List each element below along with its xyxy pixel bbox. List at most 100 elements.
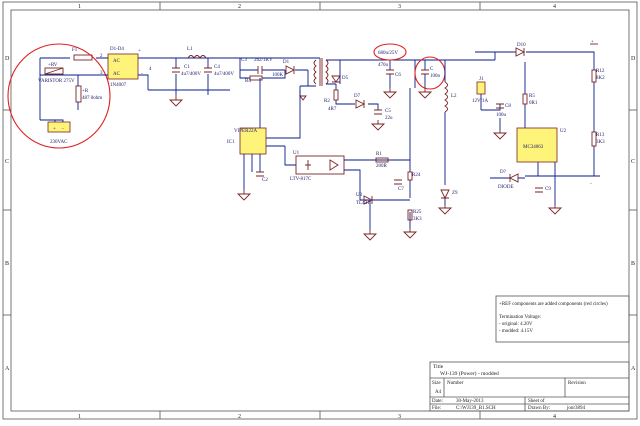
bridge-pin-minus: - — [141, 72, 143, 77]
file-label: File: — [432, 406, 441, 411]
t1-value: 680u/25V — [378, 51, 398, 56]
snubber: C3 2n2/1KV R4 100K D1 — [239, 58, 308, 84]
zone-label-right-a: A — [631, 366, 636, 372]
zone-label-right-b: B — [631, 261, 635, 267]
d5-label: D5 — [342, 76, 349, 81]
zener-label: Z9 — [452, 191, 458, 196]
u2-part-number: MC34063 — [523, 145, 544, 150]
r1-label: R1 — [376, 152, 382, 157]
c4-label: C4 — [214, 65, 220, 70]
sheet-label: Sheet of — [528, 399, 545, 404]
ground-symbol — [382, 88, 398, 99]
c4-value: 4u7/400V — [214, 72, 234, 77]
optocoupler-internals — [305, 159, 339, 171]
ground-symbol — [362, 230, 378, 241]
jumper-section: J1 12V/1A C8 100u — [472, 77, 511, 140]
zener-diode — [440, 189, 450, 200]
ground-symbol — [299, 95, 307, 101]
zone-label-top-2: 2 — [238, 4, 241, 10]
ground-symbol — [437, 205, 453, 215]
ac-in-label: 230VAC — [50, 140, 68, 145]
dq-label: D? — [500, 170, 507, 175]
r5-label: R5 — [529, 94, 535, 99]
input-resistor — [75, 85, 82, 103]
ic1-part-number: VIPER22A — [234, 129, 257, 134]
r12-value: 8K2 — [596, 76, 605, 81]
ground-symbol — [547, 205, 563, 215]
ground-symbol — [168, 95, 184, 107]
added-components-highlight-c — [414, 56, 446, 90]
diode-d7 — [355, 99, 366, 109]
zone-label-left-b: B — [5, 261, 9, 267]
resistor-r5 — [522, 93, 528, 105]
d1d4-label: D1-D4 — [110, 47, 124, 52]
transformer-secondary — [325, 59, 329, 85]
d7-label: D7 — [354, 94, 361, 99]
optocoupler-body — [295, 155, 345, 175]
bridge-part-number: 1N4007 — [110, 83, 127, 88]
zone-label-bottom-3: 3 — [398, 414, 401, 420]
transformer-primary — [313, 59, 317, 85]
size-label: Size — [432, 381, 441, 386]
note-line-4: - modded: 4.15V — [499, 329, 533, 334]
r12-label: R12 — [596, 69, 605, 74]
c-new-label: C — [430, 67, 434, 72]
rv-label: +RV — [48, 63, 58, 68]
diode-d5 — [331, 75, 341, 83]
input-resistor-label: +R — [82, 89, 89, 94]
r2-value: 4R7 — [328, 107, 337, 112]
drawn-by-label: Drawn By: — [528, 406, 550, 411]
divider-network: R12 8K2 R13 3K3 - — [590, 62, 605, 187]
c8-label: C8 — [505, 104, 511, 109]
c8-value: 100u — [496, 113, 507, 118]
zone-label-bottom-4: 4 — [553, 414, 556, 420]
zener-section: Z9 — [437, 189, 458, 215]
diode-d1 — [285, 65, 296, 75]
c6-value: 470u — [378, 63, 389, 68]
capacitor-c3 — [257, 66, 263, 74]
zone-label-bottom-1: 1 — [78, 414, 81, 420]
c1-value: 4u7/400V — [181, 72, 201, 77]
capacitor-c-new — [421, 69, 429, 75]
title-text: WJ-139 (Power) - modded — [440, 370, 499, 377]
c1-label: C1 — [184, 65, 190, 70]
u3-label: U3 — [356, 193, 363, 198]
output-diode: D10 + — [475, 40, 598, 62]
bridge-rectifier: D1-D4 AC AC 1N4007 + - 2 3 4 — [100, 47, 320, 90]
capacitor-c2 — [256, 171, 264, 177]
title-label: Title — [433, 364, 444, 370]
r4-value: 100K — [272, 73, 284, 78]
inductor-l2-group: L2 — [444, 60, 457, 185]
diode-dq — [508, 173, 519, 183]
zone-label-left-d: D — [5, 56, 10, 62]
output-terminal-label: + — [591, 40, 594, 45]
c5-label: C5 — [385, 109, 391, 114]
pin-plus-label: + — [53, 127, 56, 132]
r25-value: 3K3 — [413, 217, 422, 222]
input-section: F1 +RV VARISTOR 275V +R 487 0ohm + - 230… — [7, 43, 111, 149]
ac2-label: AC — [113, 72, 121, 77]
c-new-value: 100n — [430, 74, 441, 79]
c7-label: C7 — [398, 187, 404, 192]
input-resistor-value: 487 0ohm — [82, 96, 102, 101]
ground-symbol — [370, 120, 386, 131]
zone-label-right-d: D — [631, 56, 636, 62]
zone-label-top-4: 4 — [553, 4, 556, 10]
u1-label: U1 — [293, 151, 300, 156]
r25-label: R25 — [413, 210, 422, 215]
zone-label-top-3: 3 — [398, 4, 401, 10]
r2-label: R2 — [324, 99, 330, 104]
d10-label: D10 — [517, 43, 526, 48]
note-line-1: +REF components are added components (re… — [499, 302, 608, 307]
capacitor-c7 — [394, 179, 402, 185]
output-minus-label: - — [590, 182, 592, 187]
buck-converter: R5 0R1 U2 MC34063 D? DIODE C9 — [490, 62, 600, 215]
l1-label: L1 — [187, 47, 193, 52]
size-value: A4 — [435, 390, 442, 395]
c3-value: 2n2/1KV — [254, 58, 273, 63]
zone-label-right-c: C — [631, 159, 635, 165]
resistor-r2 — [333, 89, 339, 101]
jumper-j1 — [476, 81, 486, 95]
zone-label-left-a: A — [5, 366, 10, 372]
capacitor-c9 — [535, 187, 543, 193]
